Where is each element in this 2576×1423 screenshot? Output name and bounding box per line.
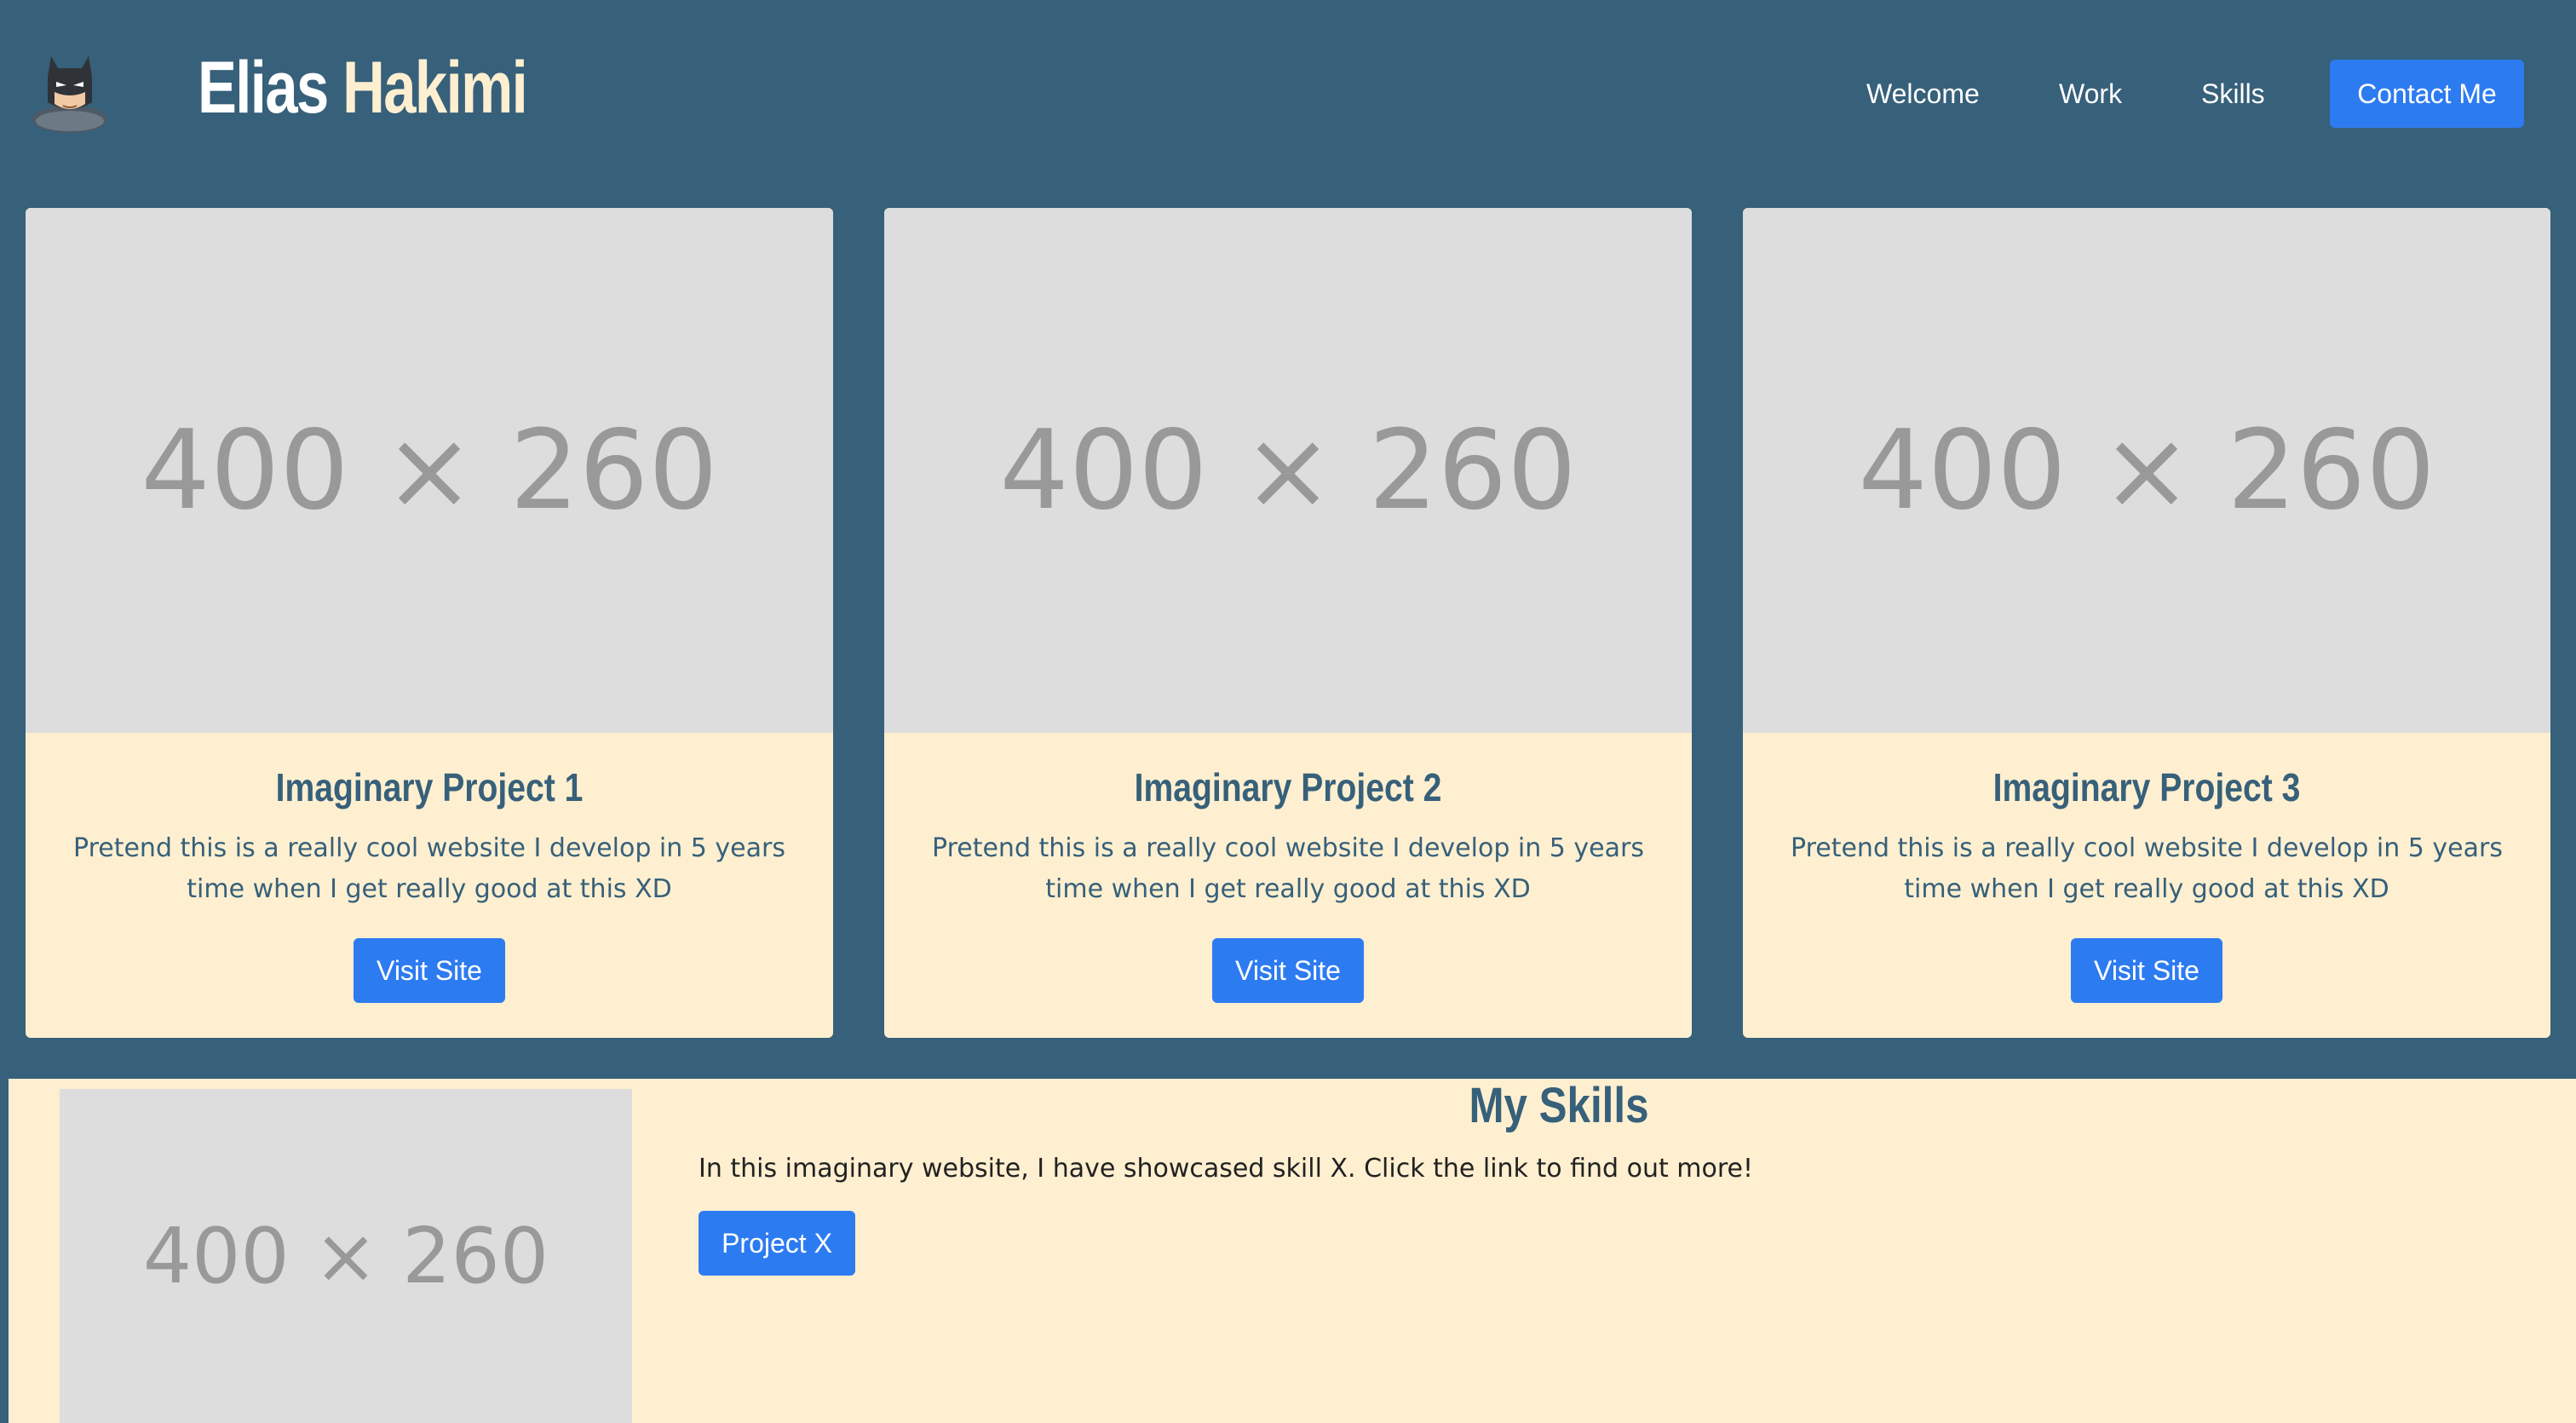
project-image-placeholder: 400 × 260 bbox=[1743, 208, 2550, 733]
project-description: Pretend this is a really cool website I … bbox=[1791, 833, 2503, 904]
masked-hero-avatar-icon[interactable] bbox=[29, 51, 111, 133]
contact-me-button[interactable]: Contact Me bbox=[2330, 60, 2524, 128]
project-card-2: 400 × 260 Imaginary Project 2 Pretend th… bbox=[884, 208, 1692, 1038]
project-image-placeholder: 400 × 260 bbox=[26, 208, 833, 733]
project-title: Imaginary Project 1 bbox=[275, 765, 584, 809]
project-title: Imaginary Project 3 bbox=[1992, 765, 2301, 809]
visit-site-button[interactable]: Visit Site bbox=[354, 938, 505, 1003]
visit-site-button[interactable]: Visit Site bbox=[1212, 938, 1364, 1003]
project-title: Imaginary Project 2 bbox=[1134, 765, 1442, 809]
project-image-placeholder: 400 × 260 bbox=[884, 208, 1692, 733]
skill-image-placeholder: 400 × 260 bbox=[60, 1089, 632, 1423]
brand-first-name: Elias bbox=[198, 47, 329, 129]
skills-heading: My Skills bbox=[1469, 1078, 1649, 1133]
project-card-3: 400 × 260 Imaginary Project 3 Pretend th… bbox=[1743, 208, 2550, 1038]
site-header: Elias Hakimi Welcome Work Skills Contact… bbox=[0, 0, 2576, 187]
project-description: Pretend this is a really cool website I … bbox=[932, 833, 1644, 904]
nav-link-welcome[interactable]: Welcome bbox=[1866, 60, 1980, 128]
skill-description: In this imaginary website, I have showca… bbox=[699, 1154, 1754, 1184]
visit-site-button[interactable]: Visit Site bbox=[2071, 938, 2222, 1003]
brand-last-name: Hakimi bbox=[342, 47, 528, 129]
nav-link-work[interactable]: Work bbox=[2059, 60, 2122, 128]
nav-link-skills[interactable]: Skills bbox=[2201, 60, 2265, 128]
brand-name[interactable]: Elias Hakimi bbox=[198, 41, 528, 135]
project-x-button[interactable]: Project X bbox=[699, 1211, 855, 1276]
project-card-1: 400 × 260 Imaginary Project 1 Pretend th… bbox=[26, 208, 833, 1038]
skills-section: 400 × 260 My Skills In this imaginary we… bbox=[9, 1079, 2576, 1423]
project-description: Pretend this is a really cool website I … bbox=[73, 833, 785, 904]
